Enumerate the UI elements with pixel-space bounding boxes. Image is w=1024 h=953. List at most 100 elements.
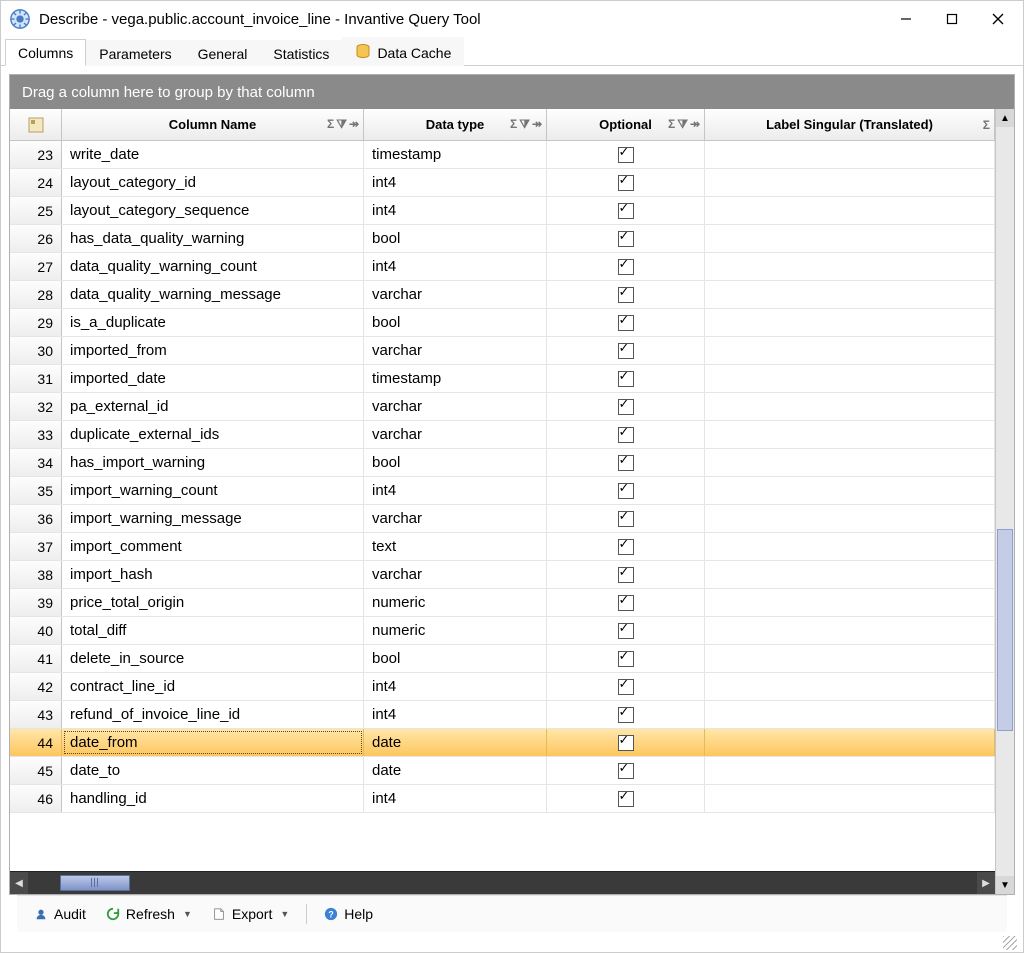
table-row[interactable]: 30imported_fromvarchar <box>10 337 995 365</box>
cell-data-type[interactable]: bool <box>364 645 547 672</box>
sigma-icon[interactable]: Σ <box>668 117 675 132</box>
cell-label-singular[interactable] <box>705 589 995 616</box>
table-row[interactable]: 23write_datetimestamp <box>10 141 995 169</box>
optional-checkbox[interactable] <box>618 455 634 471</box>
header-optional[interactable]: Optional Σ ⧩ ↠ <box>547 109 705 140</box>
refresh-button[interactable]: Refresh ▼ <box>99 902 199 926</box>
pin-icon[interactable]: ↠ <box>349 117 359 132</box>
scroll-left-arrow[interactable]: ◀ <box>10 872 28 894</box>
optional-checkbox[interactable] <box>618 175 634 191</box>
cell-optional[interactable] <box>547 477 705 504</box>
table-row[interactable]: 43refund_of_invoice_line_idint4 <box>10 701 995 729</box>
cell-optional[interactable] <box>547 365 705 392</box>
cell-optional[interactable] <box>547 757 705 784</box>
filter-icon[interactable]: ⧩ <box>519 117 530 132</box>
table-row[interactable]: 38import_hashvarchar <box>10 561 995 589</box>
optional-checkbox[interactable] <box>618 623 634 639</box>
optional-checkbox[interactable] <box>618 595 634 611</box>
table-row[interactable]: 44date_fromdate <box>10 729 995 757</box>
cell-optional[interactable] <box>547 169 705 196</box>
scroll-down-arrow[interactable]: ▼ <box>996 876 1014 894</box>
optional-checkbox[interactable] <box>618 483 634 499</box>
cell-data-type[interactable]: varchar <box>364 281 547 308</box>
cell-column-name[interactable]: date_from <box>62 729 364 756</box>
cell-column-name[interactable]: data_quality_warning_count <box>62 253 364 280</box>
maximize-button[interactable] <box>929 4 975 34</box>
optional-checkbox[interactable] <box>618 259 634 275</box>
cell-label-singular[interactable] <box>705 365 995 392</box>
group-by-bar[interactable]: Drag a column here to group by that colu… <box>10 75 1014 109</box>
table-row[interactable]: 46handling_idint4 <box>10 785 995 813</box>
minimize-button[interactable] <box>883 4 929 34</box>
optional-checkbox[interactable] <box>618 399 634 415</box>
cell-data-type[interactable]: int4 <box>364 701 547 728</box>
cell-column-name[interactable]: imported_from <box>62 337 364 364</box>
cell-label-singular[interactable] <box>705 533 995 560</box>
cell-data-type[interactable]: timestamp <box>364 365 547 392</box>
optional-checkbox[interactable] <box>618 231 634 247</box>
cell-label-singular[interactable] <box>705 757 995 784</box>
cell-data-type[interactable]: bool <box>364 449 547 476</box>
cell-column-name[interactable]: refund_of_invoice_line_id <box>62 701 364 728</box>
cell-data-type[interactable]: varchar <box>364 393 547 420</box>
sigma-icon[interactable]: Σ <box>510 117 517 132</box>
optional-checkbox[interactable] <box>618 763 634 779</box>
cell-label-singular[interactable] <box>705 141 995 168</box>
cell-data-type[interactable]: varchar <box>364 337 547 364</box>
table-row[interactable]: 34has_import_warningbool <box>10 449 995 477</box>
cell-data-type[interactable]: int4 <box>364 673 547 700</box>
cell-optional[interactable] <box>547 701 705 728</box>
cell-data-type[interactable]: date <box>364 757 547 784</box>
cell-column-name[interactable]: is_a_duplicate <box>62 309 364 336</box>
optional-checkbox[interactable] <box>618 707 634 723</box>
tab-general[interactable]: General <box>185 40 261 66</box>
cell-label-singular[interactable] <box>705 449 995 476</box>
optional-checkbox[interactable] <box>618 567 634 583</box>
cell-column-name[interactable]: import_warning_count <box>62 477 364 504</box>
audit-button[interactable]: Audit <box>27 902 93 926</box>
cell-optional[interactable] <box>547 617 705 644</box>
cell-column-name[interactable]: data_quality_warning_message <box>62 281 364 308</box>
cell-data-type[interactable]: int4 <box>364 477 547 504</box>
cell-column-name[interactable]: has_data_quality_warning <box>62 225 364 252</box>
table-row[interactable]: 39price_total_originnumeric <box>10 589 995 617</box>
cell-optional[interactable] <box>547 421 705 448</box>
table-row[interactable]: 33duplicate_external_idsvarchar <box>10 421 995 449</box>
cell-data-type[interactable]: numeric <box>364 589 547 616</box>
cell-data-type[interactable]: varchar <box>364 421 547 448</box>
table-row[interactable]: 24layout_category_idint4 <box>10 169 995 197</box>
cell-optional[interactable] <box>547 309 705 336</box>
table-row[interactable]: 31imported_datetimestamp <box>10 365 995 393</box>
cell-column-name[interactable]: delete_in_source <box>62 645 364 672</box>
cell-optional[interactable] <box>547 253 705 280</box>
filter-icon[interactable]: ⧩ <box>677 117 688 132</box>
table-row[interactable]: 40total_diffnumeric <box>10 617 995 645</box>
cell-label-singular[interactable] <box>705 701 995 728</box>
optional-checkbox[interactable] <box>618 287 634 303</box>
vertical-scrollbar[interactable]: ▲ ▼ <box>995 109 1014 894</box>
cell-label-singular[interactable] <box>705 561 995 588</box>
optional-checkbox[interactable] <box>618 679 634 695</box>
table-row[interactable]: 26has_data_quality_warningbool <box>10 225 995 253</box>
cell-column-name[interactable]: imported_date <box>62 365 364 392</box>
cell-optional[interactable] <box>547 645 705 672</box>
optional-checkbox[interactable] <box>618 791 634 807</box>
export-button[interactable]: Export ▼ <box>205 902 296 926</box>
cell-column-name[interactable]: write_date <box>62 141 364 168</box>
table-row[interactable]: 45date_todate <box>10 757 995 785</box>
cell-optional[interactable] <box>547 505 705 532</box>
optional-checkbox[interactable] <box>618 203 634 219</box>
cell-label-singular[interactable] <box>705 785 995 812</box>
filter-icon[interactable]: ⧩ <box>336 117 347 132</box>
help-button[interactable]: ? Help <box>317 902 380 926</box>
cell-label-singular[interactable] <box>705 617 995 644</box>
table-row[interactable]: 32pa_external_idvarchar <box>10 393 995 421</box>
cell-column-name[interactable]: layout_category_sequence <box>62 197 364 224</box>
cell-column-name[interactable]: layout_category_id <box>62 169 364 196</box>
cell-optional[interactable] <box>547 785 705 812</box>
optional-checkbox[interactable] <box>618 147 634 163</box>
tab-data-cache[interactable]: Data Cache <box>342 37 464 66</box>
cell-data-type[interactable]: varchar <box>364 561 547 588</box>
cell-data-type[interactable]: int4 <box>364 785 547 812</box>
cell-label-singular[interactable] <box>705 645 995 672</box>
